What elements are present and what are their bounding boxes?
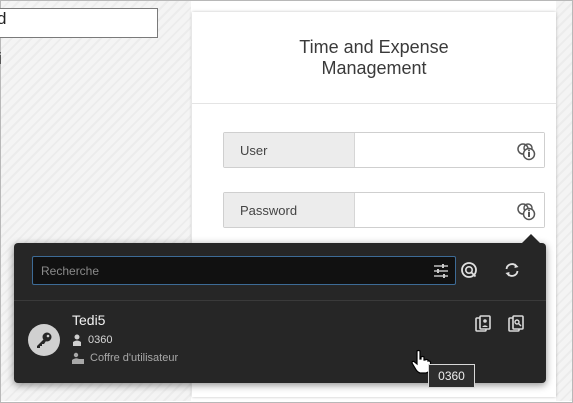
- user-label: User: [224, 133, 355, 167]
- password-field: Password: [223, 192, 545, 228]
- background-text-fragment-top: d: [0, 9, 7, 28]
- search-input[interactable]: [33, 257, 455, 284]
- tooltip: 0360: [428, 364, 475, 388]
- key-icon: [37, 332, 52, 348]
- avatar: [28, 324, 60, 356]
- search-box: [32, 256, 456, 285]
- entry-name: Tedi5: [72, 312, 106, 328]
- target-icon[interactable]: [460, 261, 478, 279]
- card-header: Time and Expense Management: [192, 12, 556, 104]
- popup-arrow: [521, 234, 541, 244]
- entry-vault: Coffre d'utilisateur: [90, 352, 179, 364]
- page-title: Time and Expense Management: [299, 36, 449, 78]
- entry-vault-row: Coffre d'utilisateur: [72, 352, 178, 364]
- password-manager-popup: Tedi5 0360 Coffre d'utilisateur: [14, 234, 546, 383]
- copy-username-icon[interactable]: [474, 315, 492, 333]
- refresh-icon[interactable]: [503, 261, 521, 279]
- password-manager-icon[interactable]: [516, 201, 536, 221]
- background-text-fragment-bottom: i: [0, 49, 2, 69]
- vault-user-icon: [72, 352, 84, 364]
- password-label: Password: [224, 193, 355, 227]
- password-manager-icon[interactable]: [516, 141, 536, 161]
- background-pattern-right: [556, 1, 572, 401]
- filter-icon[interactable]: [433, 263, 449, 279]
- entry-username-row: 0360: [72, 334, 112, 346]
- entry-username: 0360: [88, 334, 113, 346]
- user-field: User: [223, 132, 545, 168]
- user-icon: [73, 334, 81, 346]
- background-window-fragment: [0, 8, 158, 38]
- copy-password-icon[interactable]: [507, 315, 525, 333]
